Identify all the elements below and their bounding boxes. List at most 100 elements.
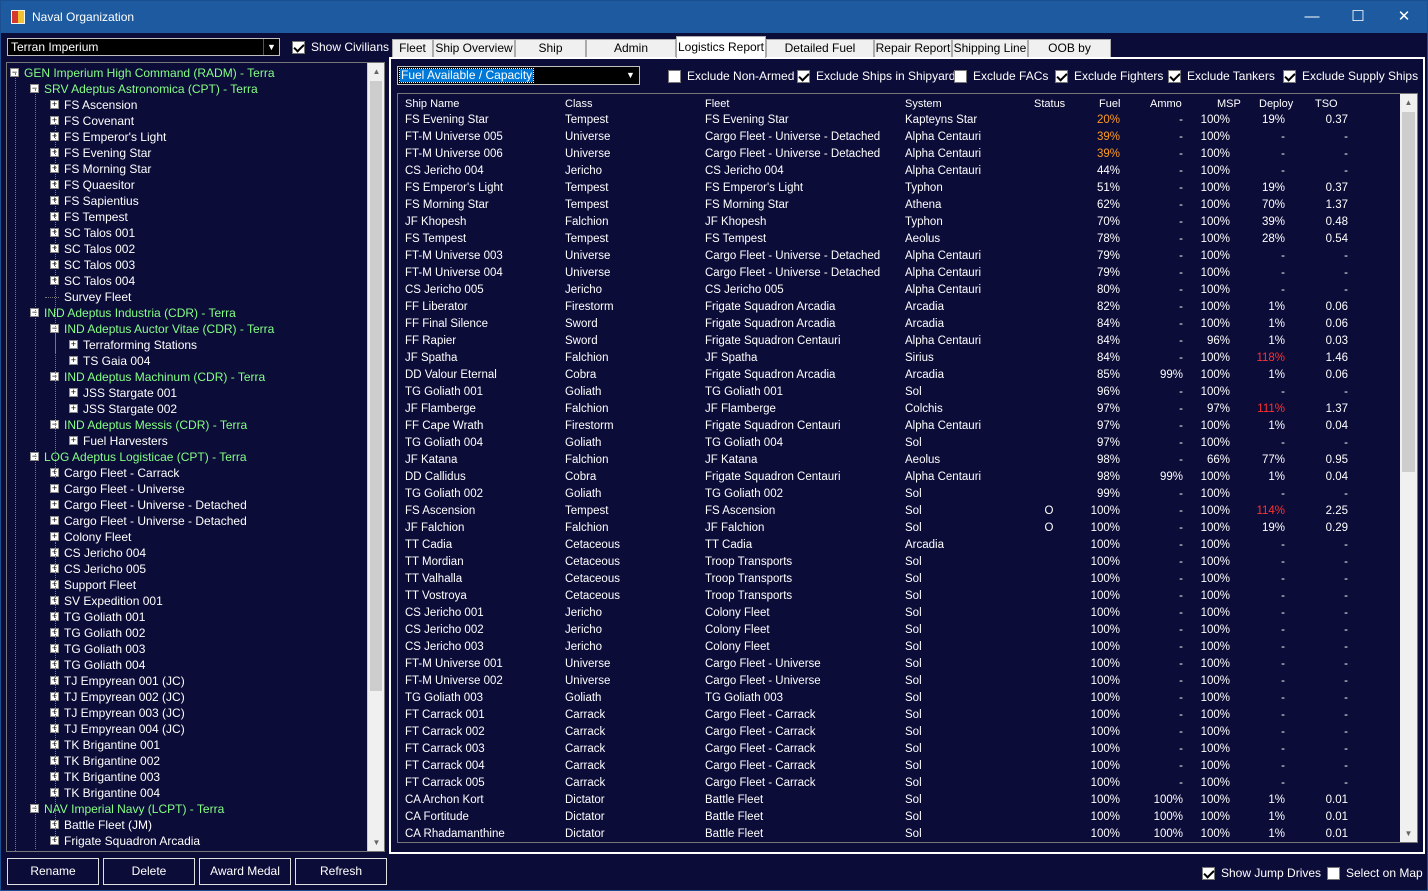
column-header-tso[interactable]: TSO — [1315, 98, 1338, 112]
tree-node[interactable]: TJ Empyrean 003 (JC) — [64, 705, 185, 721]
table-row[interactable]: JF Flamberge Falchion JF Flamberge Colchis 9… — [398, 401, 1400, 418]
tree-node[interactable]: Colony Fleet — [64, 529, 131, 545]
tree-node[interactable]: SV Expedition 001 — [64, 593, 163, 609]
tree-node[interactable]: FS Emperor's Light — [64, 129, 166, 145]
tree-node[interactable]: FS Ascension — [64, 97, 137, 113]
expand-icon[interactable]: + — [50, 532, 59, 541]
tree-node[interactable]: Cargo Fleet - Carrack — [64, 465, 179, 481]
scroll-up-icon[interactable]: ▲ — [1400, 94, 1417, 111]
table-row[interactable]: FT-M Universe 003 Universe Cargo Fleet - U… — [398, 248, 1400, 265]
fleet-tree[interactable]: − GEN Imperium High Command (RADM) - Terr… — [6, 62, 385, 852]
table-row[interactable]: CS Jericho 003 Jericho Colony Fleet Sol 100%… — [398, 639, 1400, 656]
tree-node[interactable]: TK Brigantine 004 — [64, 785, 160, 801]
tab-ship-overview[interactable]: Ship Overview — [433, 39, 515, 58]
table-row[interactable]: JF Katana Falchion JF Katana Aeolus 98% - 66% 7… — [398, 452, 1400, 469]
tree-node[interactable]: NAV Imperial Navy (LCPT) - Terra — [44, 801, 224, 817]
select-on-map-checkbox[interactable]: Select on Map — [1327, 865, 1423, 881]
table-row[interactable]: JF Falchion Falchion JF Falchion Sol O 100% - 1… — [398, 520, 1400, 537]
tree-node[interactable]: IND Adeptus Machinum (CDR) - Terra — [64, 369, 265, 385]
table-row[interactable]: CA Fortitude Dictator Battle Fleet Sol 100% 1… — [398, 809, 1400, 826]
tree-node[interactable]: TG Goliath 002 — [64, 625, 145, 641]
filter-checkbox[interactable]: Exclude Ships in Shipyard — [797, 68, 955, 84]
table-row[interactable]: TT Cadia Cetaceous TT Cadia Arcadia 100% - 100… — [398, 537, 1400, 554]
column-header-msp[interactable]: MSP — [1217, 98, 1241, 112]
tree-node[interactable]: JSS Stargate 001 — [83, 385, 177, 401]
table-row[interactable]: FT-M Universe 004 Universe Cargo Fleet - U… — [398, 265, 1400, 282]
close-button[interactable]: ✕ — [1381, 1, 1427, 33]
table-row[interactable]: CA Archon Kort Dictator Battle Fleet Sol 100… — [398, 792, 1400, 809]
tree-node[interactable]: Survey Fleet — [64, 289, 131, 305]
tree-node[interactable]: TG Goliath 003 — [64, 641, 145, 657]
tree-node[interactable]: Support Fleet — [64, 577, 136, 593]
filter-checkbox[interactable]: Exclude Supply Ships — [1283, 68, 1418, 84]
table-row[interactable]: CS Jericho 002 Jericho Colony Fleet Sol 100%… — [398, 622, 1400, 639]
tree-node[interactable]: Battle Fleet (JM) — [64, 817, 152, 833]
table-row[interactable]: FS Emperor's Light Tempest FS Emperor's Li… — [398, 180, 1400, 197]
table-row[interactable]: CS Jericho 001 Jericho Colony Fleet Sol 100%… — [398, 605, 1400, 622]
expand-icon[interactable]: + — [69, 356, 78, 365]
report-mode-select[interactable]: Fuel Available / Capacity ▼ — [397, 66, 640, 85]
table-row[interactable]: TG Goliath 002 Goliath TG Goliath 002 Sol 99… — [398, 486, 1400, 503]
tab-repair-report[interactable]: Repair Report — [874, 39, 952, 58]
tab-ship-combat[interactable]: Ship Combat — [515, 39, 586, 72]
refresh-button[interactable]: Refresh — [295, 858, 387, 885]
tree-node[interactable]: FS Tempest — [64, 209, 128, 225]
checkbox-box[interactable] — [797, 69, 810, 83]
tree-node[interactable]: IND Adeptus Auctor Vitae (CDR) - Terra — [64, 321, 274, 337]
table-row[interactable]: FT Carrack 001 Carrack Cargo Fleet - Carra… — [398, 707, 1400, 724]
table-row[interactable]: TG Goliath 001 Goliath TG Goliath 001 Sol 96… — [398, 384, 1400, 401]
tree-node[interactable]: Cargo Fleet - Universe - Detached — [64, 497, 247, 513]
tree-node[interactable]: FS Quaesitor — [64, 177, 135, 193]
table-row[interactable]: TG Goliath 003 Goliath TG Goliath 003 Sol 10… — [398, 690, 1400, 707]
checkbox-box[interactable] — [292, 40, 305, 54]
tree-node[interactable]: GEN Imperium High Command (RADM) - Terra — [24, 65, 275, 81]
scroll-down-icon[interactable]: ▼ — [368, 834, 384, 851]
table-row[interactable]: FT-M Universe 005 Universe Cargo Fleet - U… — [398, 129, 1400, 146]
table-row[interactable]: CS Jericho 005 Jericho CS Jericho 005 Alpha… — [398, 282, 1400, 299]
expand-icon[interactable]: + — [50, 484, 59, 493]
column-header-fuel[interactable]: Fuel — [1099, 98, 1120, 112]
table-row[interactable]: FT-M Universe 006 Universe Cargo Fleet - U… — [398, 146, 1400, 163]
expand-icon[interactable]: + — [69, 388, 78, 397]
table-row[interactable]: JF Khopesh Falchion JF Khopesh Typhon 70% - 10… — [398, 214, 1400, 231]
chevron-down-icon[interactable]: ▼ — [622, 67, 639, 84]
tree-node[interactable]: Terraforming Stations — [83, 337, 197, 353]
tree-node[interactable]: Fuel Harvesters — [83, 433, 168, 449]
tree-node[interactable]: SC Talos 002 — [64, 241, 135, 257]
filter-checkbox[interactable]: Exclude Fighters — [1055, 68, 1163, 84]
checkbox-box[interactable] — [668, 69, 681, 83]
tab-shipping-line[interactable]: Shipping Line — [952, 39, 1028, 58]
scroll-up-icon[interactable]: ▲ — [368, 63, 384, 80]
table-row[interactable]: TT Vostroya Cetaceous Troop Transports Sol 1… — [398, 588, 1400, 605]
tree-node[interactable]: IND Adeptus Messis (CDR) - Terra — [64, 417, 247, 433]
checkbox-box[interactable] — [1283, 69, 1296, 83]
tree-node[interactable]: SC Talos 004 — [64, 273, 135, 289]
scroll-thumb[interactable] — [370, 81, 382, 691]
column-header-system[interactable]: System — [905, 98, 942, 112]
expand-icon[interactable]: + — [69, 404, 78, 413]
table-row[interactable]: DD Callidus Cobra Frigate Squadron Centaur… — [398, 469, 1400, 486]
tree-node[interactable]: TK Brigantine 001 — [64, 737, 160, 753]
filter-checkbox[interactable]: Exclude Tankers — [1168, 68, 1275, 84]
maximize-button[interactable]: ☐ — [1335, 1, 1381, 33]
tree-node[interactable]: TK Brigantine 003 — [64, 769, 160, 785]
chevron-down-icon[interactable]: ▼ — [263, 39, 279, 55]
tree-node[interactable]: TS Gaia 004 — [83, 353, 150, 369]
column-header-ammo[interactable]: Ammo — [1150, 98, 1182, 112]
delete-button[interactable]: Delete — [103, 858, 195, 885]
tree-node[interactable]: FS Morning Star — [64, 161, 151, 177]
tree-node[interactable]: TG Goliath 004 — [64, 657, 145, 673]
table-row[interactable]: FT Carrack 003 Carrack Cargo Fleet - Carra… — [398, 741, 1400, 758]
expand-icon[interactable]: + — [50, 500, 59, 509]
tree-node[interactable]: CS Jericho 004 — [64, 545, 146, 561]
rename-button[interactable]: Rename — [7, 858, 99, 885]
tree-node[interactable]: LOG Adeptus Logisticae (CPT) - Terra — [44, 449, 247, 465]
checkbox-box[interactable] — [1168, 69, 1181, 83]
table-row[interactable]: FF Cape Wrath Firestorm Frigate Squadron C… — [398, 418, 1400, 435]
table-row[interactable]: TG Goliath 004 Goliath TG Goliath 004 Sol 97… — [398, 435, 1400, 452]
tree-node[interactable]: IND Adeptus Industria (CDR) - Terra — [44, 305, 236, 321]
tree-node[interactable]: Frigate Squadron Arcadia — [64, 833, 200, 849]
column-header-fleet[interactable]: Fleet — [705, 98, 729, 112]
column-header-ship-name[interactable]: Ship Name — [405, 98, 459, 112]
table-row[interactable]: TT Valhalla Cetaceous Troop Transports Sol 1… — [398, 571, 1400, 588]
